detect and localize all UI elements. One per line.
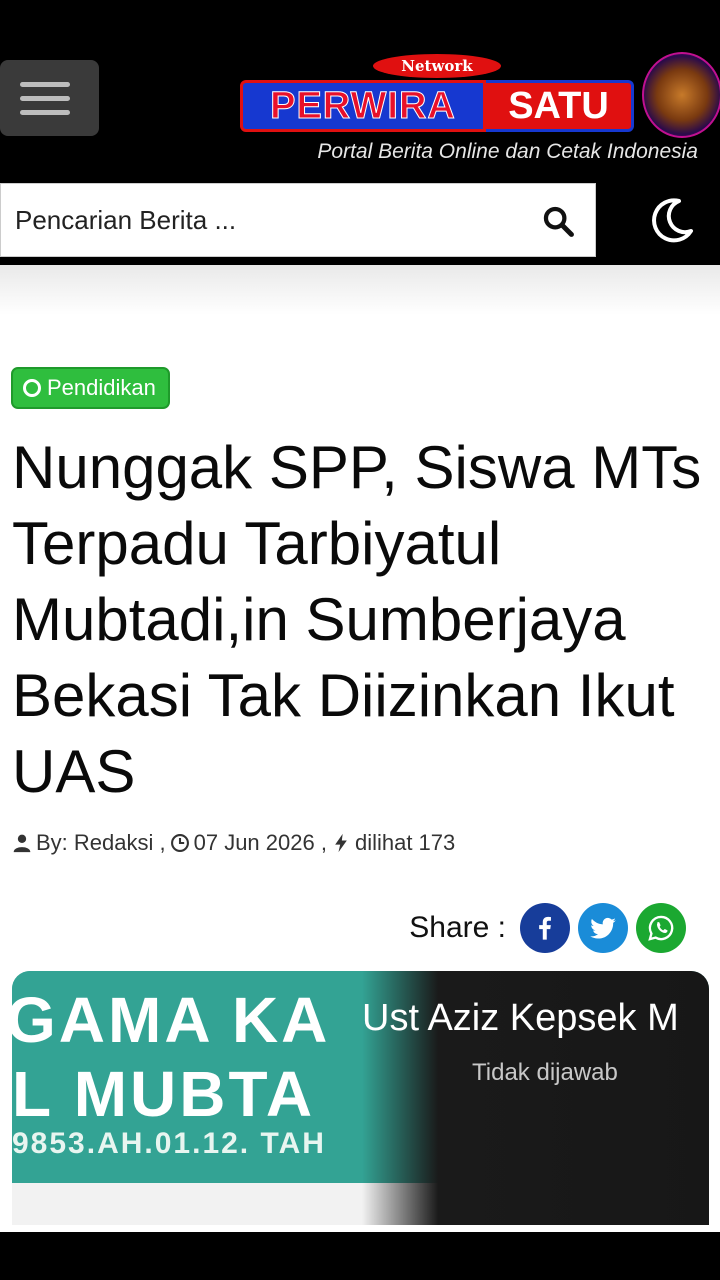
header-shadow — [0, 265, 720, 315]
facebook-icon — [539, 916, 551, 940]
category-badge[interactable]: Pendidikan — [11, 367, 170, 409]
search-input[interactable] — [15, 184, 515, 256]
site-tagline: Portal Berita Online dan Cetak Indonesia — [317, 140, 698, 163]
menu-line-icon — [20, 82, 70, 87]
user-icon — [13, 834, 31, 853]
article-title: Nunggak SPP, Siswa MTs Terpadu Tarbiyatu… — [12, 434, 702, 805]
hamburger-menu-button[interactable] — [0, 60, 99, 136]
article-author: By: Redaksi , — [36, 830, 166, 855]
brand-left: PERWIRA — [240, 80, 486, 132]
call-screenshot: Ust Aziz Kepsek M Tidak dijawab — [362, 971, 709, 1225]
search-bar — [0, 183, 596, 257]
sign-text-line3: 9853.AH.01.12. TAH — [12, 1127, 326, 1160]
article-featured-image[interactable]: GAMA KA L MUBTA 9853.AH.01.12. TAH Ust A… — [12, 971, 709, 1225]
share-whatsapp-button[interactable] — [636, 903, 686, 953]
share-twitter-button[interactable] — [578, 903, 628, 953]
call-status: Tidak dijawab — [472, 1059, 618, 1086]
menu-line-icon — [20, 110, 70, 115]
brand-right: SATU — [486, 80, 634, 132]
menu-line-icon — [20, 96, 70, 101]
brand-wordmark: PERWIRA SATU — [240, 80, 634, 132]
bolt-icon — [335, 833, 347, 853]
site-header: Network PERWIRA SATU Portal Berita Onlin… — [0, 0, 720, 265]
dark-mode-moon-icon[interactable] — [648, 196, 696, 244]
sign-text-line1: GAMA KA — [12, 984, 331, 1056]
twitter-icon — [590, 917, 616, 939]
network-badge: Network — [373, 54, 501, 78]
article-date: 07 Jun 2026 , — [193, 830, 327, 855]
tiger-emblem-icon — [642, 52, 720, 138]
circle-icon — [23, 379, 41, 397]
search-icon[interactable] — [541, 204, 575, 238]
clock-icon — [170, 834, 189, 852]
category-label: Pendidikan — [47, 375, 156, 400]
sign-text-line2: L MUBTA — [12, 1058, 316, 1130]
whatsapp-icon — [648, 915, 674, 941]
share-label: Share : — [409, 911, 506, 944]
share-facebook-button[interactable] — [520, 903, 570, 953]
caller-name: Ust Aziz Kepsek M — [362, 997, 679, 1039]
article-views: dilihat 173 — [354, 830, 456, 855]
system-navigation-bar — [0, 1232, 720, 1280]
article-meta: By: Redaksi , 07 Jun 2026 , dilihat 173 — [12, 830, 455, 856]
share-bar: Share : — [409, 903, 686, 953]
